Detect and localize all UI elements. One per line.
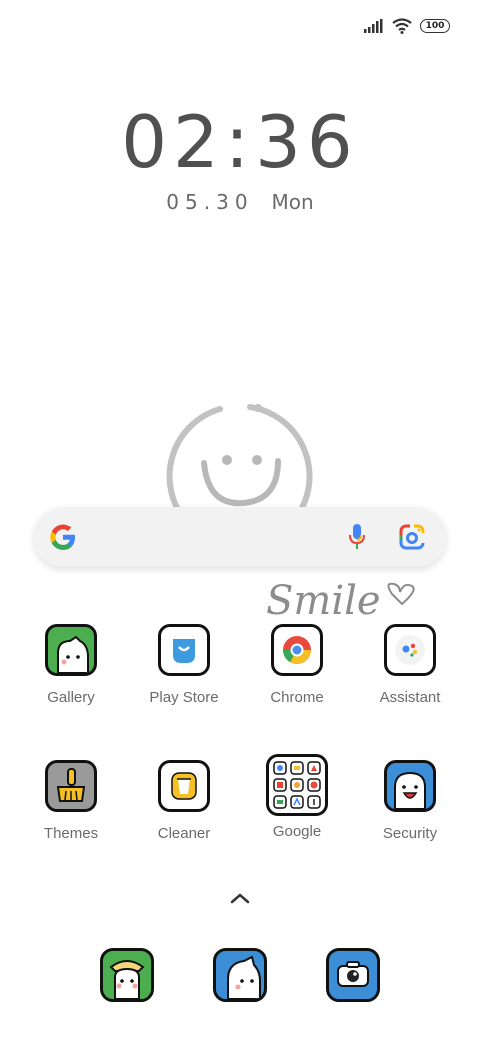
microphone-icon[interactable] (348, 523, 366, 551)
wifi-icon (392, 18, 412, 34)
status-bar: 100 (364, 18, 450, 34)
dock-app-camera-icon (326, 948, 380, 1002)
app-label: Gallery (47, 689, 95, 706)
gallery-icon (45, 624, 97, 676)
app-play-store[interactable]: Play Store (134, 624, 234, 706)
app-cleaner[interactable]: Cleaner (134, 760, 234, 842)
app-themes[interactable]: Themes (21, 760, 121, 842)
assistant-icon (384, 624, 436, 676)
chrome-icon (271, 624, 323, 676)
google-logo-icon (50, 524, 75, 550)
app-security[interactable]: Security (360, 760, 460, 842)
google-lens-icon[interactable] (398, 523, 426, 551)
google-search-bar[interactable] (34, 507, 446, 567)
google-folder-icon (266, 754, 328, 816)
signal-icon (364, 19, 383, 33)
dock-app-bunny[interactable] (77, 948, 177, 1002)
themes-icon (45, 760, 97, 812)
app-label: Play Store (149, 689, 219, 706)
clock-time[interactable]: 02:36 (0, 100, 480, 184)
play-store-icon (158, 624, 210, 676)
app-folder-google[interactable]: Google (247, 754, 347, 840)
dock-app-ghost[interactable] (190, 948, 290, 1002)
battery-icon: 100 (420, 19, 450, 33)
security-icon (384, 760, 436, 812)
app-label: Themes (43, 825, 99, 842)
app-label: Chrome (270, 689, 324, 706)
smile-handwriting: Smile (266, 578, 415, 624)
chevron-up-icon[interactable] (228, 890, 252, 906)
svg-text:Smile: Smile (266, 578, 381, 624)
cleaner-icon (158, 760, 210, 812)
date-text: 05.30 (166, 190, 254, 214)
app-label: Security (382, 825, 438, 842)
app-chrome[interactable]: Chrome (247, 624, 347, 706)
app-label: Assistant (379, 689, 441, 706)
dock-app-ghost-icon (213, 948, 267, 1002)
dock-app-camera[interactable] (303, 948, 403, 1002)
app-label: Google (272, 823, 322, 840)
app-gallery[interactable]: Gallery (21, 624, 121, 706)
app-label: Cleaner (157, 825, 211, 842)
dock-app-bunny-icon (100, 948, 154, 1002)
day-text: Mon (271, 190, 314, 214)
app-assistant[interactable]: Assistant (360, 624, 460, 706)
clock-date[interactable]: 05.30 Mon (0, 190, 480, 214)
